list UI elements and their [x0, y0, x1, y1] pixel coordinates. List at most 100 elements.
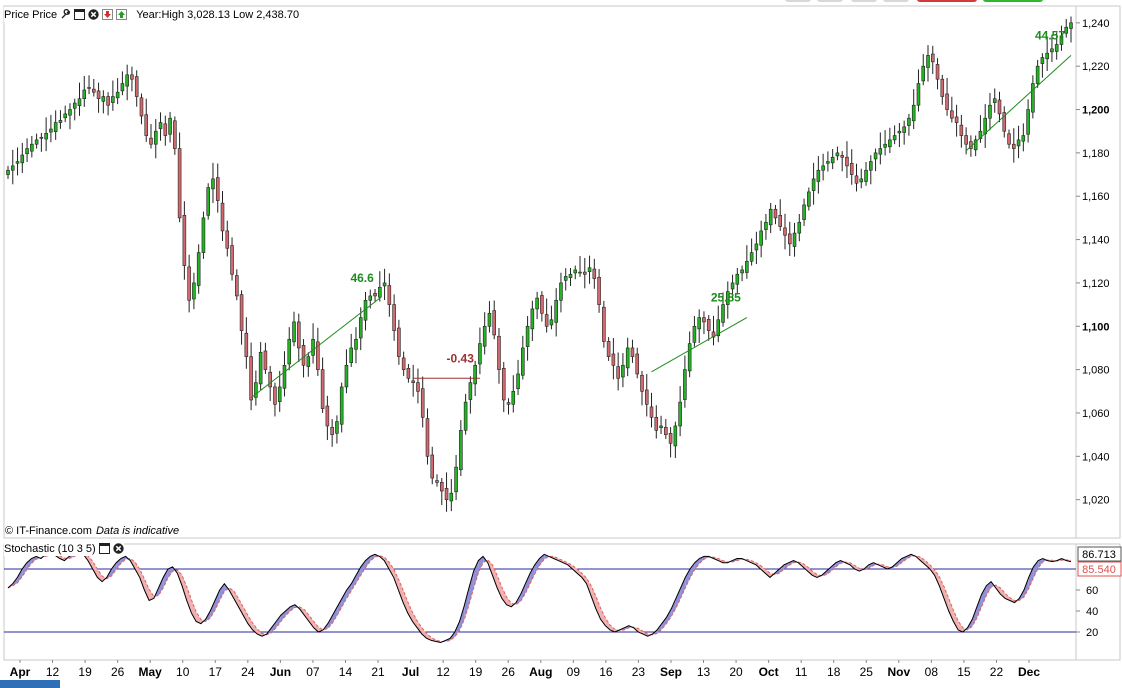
- candle-body: [754, 243, 759, 251]
- window-icon[interactable]: [98, 543, 110, 554]
- candle-body: [406, 368, 411, 379]
- candle-body: [911, 104, 916, 122]
- candle-body: [120, 83, 125, 92]
- x-tick-label: 13: [697, 665, 711, 679]
- close-circle-icon[interactable]: [113, 543, 124, 554]
- candle-body: [654, 416, 659, 431]
- candle-body: [602, 306, 606, 342]
- candle-body: [625, 347, 630, 369]
- candle-body: [511, 390, 516, 405]
- candle-body: [101, 96, 106, 102]
- x-tick-label: 08: [925, 665, 939, 679]
- candle-body: [187, 266, 191, 301]
- y-tick-label: 1,040: [1082, 451, 1110, 463]
- price-panel-title: Price Price: [4, 8, 58, 21]
- candle-body: [320, 369, 325, 409]
- candle-body: [759, 230, 763, 246]
- status-strip: [0, 680, 60, 688]
- candle-body: [440, 482, 444, 492]
- y-tick-label: 1,100: [1082, 321, 1110, 333]
- candle-body: [563, 276, 568, 281]
- y-tick-label: 1,220: [1082, 61, 1110, 73]
- candle-body: [935, 64, 940, 80]
- candle-body: [907, 117, 911, 126]
- candle-body: [454, 466, 458, 493]
- x-tick-label: 26: [111, 665, 125, 679]
- candle-body: [177, 148, 182, 219]
- candle-body: [72, 102, 77, 109]
- candle-body: [111, 96, 115, 103]
- candle-body: [1064, 26, 1069, 34]
- candle-body: [425, 418, 430, 457]
- candle-body: [635, 353, 639, 375]
- candle-body: [997, 99, 1002, 115]
- x-tick-label: Nov: [887, 665, 910, 679]
- candle-body: [449, 492, 454, 502]
- wrench-icon[interactable]: [60, 9, 71, 20]
- candle-body: [1069, 22, 1073, 29]
- candle-body: [811, 178, 816, 191]
- x-tick-label: 25: [860, 665, 874, 679]
- candle-body: [344, 364, 349, 388]
- candle-body: [225, 230, 230, 249]
- candle-body: [49, 128, 53, 133]
- candle-body: [659, 425, 663, 429]
- candle-body: [258, 351, 263, 385]
- candle-body: [792, 232, 797, 247]
- window-icon[interactable]: [74, 9, 86, 20]
- candle-body: [535, 297, 539, 310]
- y-tick-label: 1,120: [1082, 278, 1110, 290]
- candle-body: [444, 488, 449, 500]
- candle-body: [368, 295, 373, 301]
- candle-body: [87, 87, 91, 89]
- x-tick-label: 16: [599, 665, 613, 679]
- trend-label: -0.43: [447, 351, 475, 365]
- candle-body: [892, 135, 897, 141]
- candle-body: [521, 347, 525, 376]
- stochastic-chart[interactable]: 20 40 60 86.713 85.540: [3, 543, 1122, 661]
- price-chart[interactable]: 1,020 1,040 1,060 1,080 1,100 1,120 1,140 1,160…: [3, 5, 1121, 539]
- candle-body: [1016, 139, 1021, 147]
- candle-body: [416, 382, 420, 392]
- x-tick-label: 26: [502, 665, 516, 679]
- candle-body: [959, 124, 964, 136]
- y-tick-label: 1,060: [1082, 408, 1110, 420]
- candle-body: [77, 98, 82, 106]
- candle-body: [573, 269, 578, 274]
- candle-body: [583, 271, 587, 275]
- candle-body: [673, 425, 678, 447]
- close-circle-icon[interactable]: [88, 9, 99, 20]
- candle-body: [797, 221, 802, 234]
- candle-body: [92, 88, 96, 93]
- stochastic-y-tick-label: 60: [1086, 585, 1098, 597]
- candle-body: [63, 113, 67, 119]
- candle-body: [53, 122, 58, 132]
- candle-body: [783, 227, 787, 236]
- candle-body: [244, 332, 249, 357]
- trend-label: 25.85: [711, 291, 741, 305]
- candle-body: [702, 317, 706, 323]
- candle-body: [849, 162, 854, 175]
- x-tick-label: 10: [176, 665, 190, 679]
- candle-body: [544, 314, 549, 327]
- candle-body: [845, 156, 849, 167]
- price-panel-header: Price Price Year:High 3,028.13 Low 2,438…: [4, 7, 300, 22]
- candle-body: [478, 343, 482, 365]
- x-tick-label: 15: [957, 665, 971, 679]
- trend-label: 44.57: [1035, 28, 1065, 42]
- candle-body: [964, 135, 968, 145]
- red-down-arrow-icon[interactable]: [102, 9, 114, 20]
- candle-body: [740, 269, 744, 274]
- y-tick-label: 1,200: [1082, 105, 1110, 117]
- candle-body: [373, 293, 377, 297]
- candle-body: [864, 169, 868, 182]
- candle-body: [325, 405, 330, 427]
- candle-body: [6, 169, 10, 175]
- candle-body: [215, 177, 220, 201]
- candle-body: [916, 83, 921, 106]
- candle-body: [1050, 48, 1054, 53]
- candle-body: [687, 343, 692, 372]
- x-tick-label: 23: [632, 665, 646, 679]
- candle-body: [263, 350, 268, 370]
- green-up-arrow-icon[interactable]: [116, 9, 128, 20]
